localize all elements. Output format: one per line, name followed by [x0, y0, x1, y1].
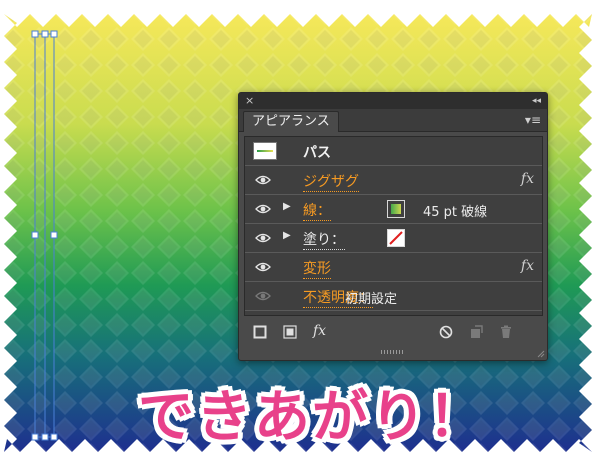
anchor-handle: [31, 30, 39, 38]
anchor-handle: [50, 30, 58, 38]
add-effect-icon[interactable]: fx: [313, 323, 335, 339]
duplicate-item-icon[interactable]: [469, 325, 483, 339]
fx-icon[interactable]: fx: [521, 171, 534, 187]
visibility-eye-icon[interactable]: [255, 202, 271, 216]
stroke-swatch[interactable]: [387, 200, 405, 218]
zigzag-effect-link[interactable]: ジグザグ: [303, 171, 359, 192]
stroke-label[interactable]: 線：: [303, 200, 331, 221]
opacity-value: 初期設定: [345, 292, 398, 307]
stroke-value: 45 pt 破線: [423, 205, 488, 220]
panel-titlebar[interactable]: × ◂◂: [239, 93, 547, 109]
anchor-handle: [50, 231, 58, 239]
new-fill-icon[interactable]: [283, 325, 297, 339]
appearance-row-transform[interactable]: 変形 fx: [245, 253, 542, 282]
fill-label[interactable]: 塗り：: [303, 229, 345, 250]
panel-menu-icon[interactable]: ▾≡: [525, 111, 541, 129]
resize-corner-icon[interactable]: [537, 350, 545, 358]
caption-text: できあがり！: [138, 385, 486, 450]
path-thumbnail: [253, 142, 277, 160]
panel-resize-grip[interactable]: [381, 350, 405, 354]
appearance-row-fill[interactable]: ▶ 塗り：: [245, 224, 542, 253]
appearance-row-path[interactable]: パス: [245, 137, 542, 166]
anchor-handle: [31, 433, 39, 441]
visibility-eye-icon[interactable]: [255, 231, 271, 245]
path-label: パス: [303, 145, 331, 161]
appearance-row-stroke[interactable]: ▶ 線： 45 pt 破線: [245, 195, 542, 224]
panel-tabbar: アピアランス ▾≡: [239, 109, 547, 132]
clear-appearance-icon[interactable]: [439, 325, 453, 339]
appearance-list: パス ジグザグ fx ▶ 線： 45 pt 破線 ▶ 塗り： 変形 fx 不透明…: [244, 136, 543, 316]
expand-triangle-icon[interactable]: ▶: [283, 230, 291, 241]
anchor-handle: [41, 433, 49, 441]
visibility-eye-icon[interactable]: [255, 173, 271, 187]
expand-triangle-icon[interactable]: ▶: [283, 201, 291, 212]
collapse-icon[interactable]: ◂◂: [532, 93, 541, 109]
appearance-panel: × ◂◂ アピアランス ▾≡ パス ジグザグ fx ▶ 線： 45 pt 破線 …: [238, 92, 548, 361]
delete-item-icon[interactable]: [499, 325, 513, 339]
appearance-row-zigzag[interactable]: ジグザグ fx: [245, 166, 542, 195]
appearance-row-opacity[interactable]: 不透明度： 初期設定: [245, 282, 542, 311]
anchor-handle: [50, 433, 58, 441]
transform-effect-link[interactable]: 変形: [303, 258, 331, 279]
anchor-handle: [41, 30, 49, 38]
visibility-eye-icon[interactable]: [255, 260, 271, 274]
close-icon[interactable]: ×: [245, 93, 254, 109]
new-stroke-icon[interactable]: [253, 325, 267, 339]
visibility-eye-icon[interactable]: [255, 289, 271, 303]
fill-none-swatch[interactable]: [387, 229, 405, 247]
tab-appearance[interactable]: アピアランス: [243, 111, 339, 132]
fx-icon[interactable]: fx: [521, 258, 534, 274]
anchor-handle: [31, 231, 39, 239]
panel-footer-toolbar: fx: [239, 321, 547, 345]
